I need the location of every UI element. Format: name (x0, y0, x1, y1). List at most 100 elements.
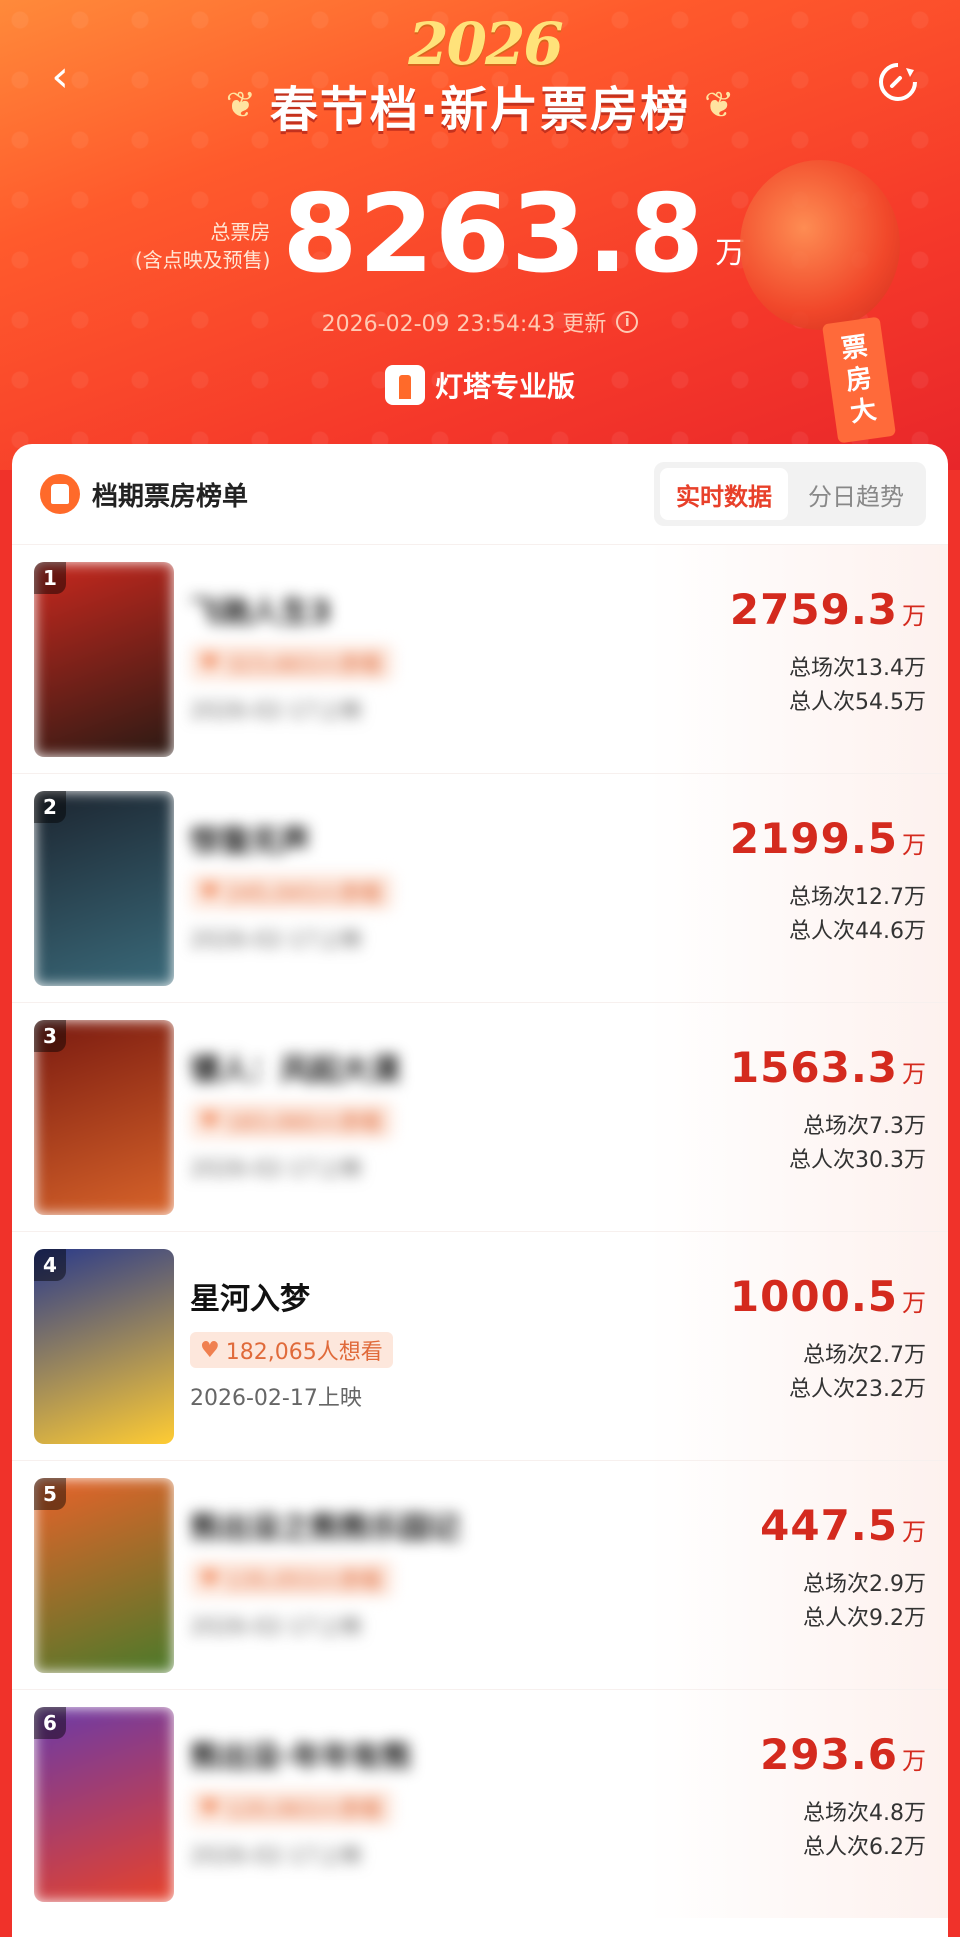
release-date: 2026-02-17上映 (190, 699, 362, 724)
share-button[interactable] (872, 56, 924, 108)
total-shows: 总场次4.8万 (803, 1801, 926, 1826)
update-time: 2026-02-09 23:54:43 更新 (321, 312, 607, 337)
movie-title: 镖人：风起大漠 (190, 1053, 400, 1088)
box-office-stats: 2759.3 万 总场次13.4万 总人次54.5万 (666, 585, 926, 720)
total-label-main: 总票房 (210, 220, 271, 244)
heart-icon: ♥ (200, 1108, 220, 1134)
total-attendance: 总人次30.3万 (789, 1148, 926, 1173)
total-attendance: 总人次23.2万 (789, 1377, 926, 1402)
box-office-unit: 万 (902, 1060, 926, 1088)
view-switcher: 实时数据 分日趋势 (654, 462, 926, 526)
total-label-note: (含点映及预售) (134, 248, 271, 272)
movie-poster[interactable]: 3 (34, 1019, 174, 1215)
refresh-share-icon (879, 63, 917, 101)
movie-title: 星河入梦 (190, 1282, 310, 1317)
total-attendance: 总人次54.5万 (789, 690, 926, 715)
rank-badge: 4 (34, 1248, 66, 1281)
movie-info: 镖人：风起大漠 ♥ 183,060人想看 2026-02-17上映 (190, 1051, 530, 1183)
movie-row[interactable]: 2 惊蛰无声 ♥ 245,043人想看 2026-02-17上映 2199.5 … (12, 773, 948, 1002)
box-office: 1563.3 万 (730, 1043, 926, 1092)
box-office-unit: 万 (902, 1518, 926, 1546)
release-date: 2026-02-17上映 (190, 1615, 362, 1640)
movie-poster[interactable]: 6 (34, 1706, 174, 1902)
lantern-decoration: 票 房 大 (730, 120, 930, 444)
box-office: 293.6 万 (760, 1730, 926, 1779)
total-shows: 总场次7.3万 (803, 1114, 926, 1139)
card-title-wrap: 档期票房榜单 (40, 474, 248, 514)
total-shows: 总场次2.7万 (803, 1343, 926, 1368)
movie-list: 1 飞驰人生3 ♥ 323,663人想看 2026-02-17上映 2759.3… (12, 544, 948, 1918)
movie-info: 星河入梦 ♥ 182,065人想看 2026-02-17上映 (190, 1280, 530, 1412)
watermark: @微博用户 (424, 1897, 535, 1922)
box-office-stats: 293.6 万 总场次4.8万 总人次6.2万 (666, 1730, 926, 1865)
movie-poster[interactable]: 5 (34, 1477, 174, 1673)
box-office-stats: 1000.5 万 总场次2.7万 总人次23.2万 (666, 1272, 926, 1407)
box-office-unit: 万 (902, 831, 926, 859)
want-count: 135,053人想看 (225, 1569, 383, 1594)
box-office-value: 2199.5 (729, 814, 898, 863)
movie-row[interactable]: 1 飞驰人生3 ♥ 323,663人想看 2026-02-17上映 2759.3… (12, 544, 948, 773)
movie-poster[interactable]: 4 (34, 1248, 174, 1444)
heart-icon: ♥ (200, 1566, 220, 1592)
brand-name: 灯塔专业版 (434, 370, 575, 403)
release-date: 2026-02-17上映 (190, 1844, 362, 1869)
movie-row[interactable]: 4 星河入梦 ♥ 182,065人想看 2026-02-17上映 1000.5 … (12, 1231, 948, 1460)
movie-row[interactable]: 3 镖人：风起大漠 ♥ 183,060人想看 2026-02-17上映 1563… (12, 1002, 948, 1231)
header-banner: ‹ 2026 ❦ 春节档·新片票房榜 ❦ 总票房 (含点映及预售) 8263.8… (0, 0, 960, 470)
movie-title: 惊蛰无声 (190, 824, 310, 859)
movie-info: 飞驰人生3 ♥ 323,663人想看 2026-02-17上映 (190, 593, 530, 725)
rank-badge: 6 (34, 1706, 66, 1739)
release-date: 2026-02-17上映 (190, 928, 362, 953)
tab-realtime[interactable]: 实时数据 (660, 468, 788, 520)
box-office: 2199.5 万 (730, 814, 926, 863)
total-value: 8263.8 (282, 172, 706, 297)
title-row: ❦ 春节档·新片票房榜 ❦ (200, 70, 760, 140)
movie-row[interactable]: 5 熊出没之熊熊乐园记 ♥ 135,053人想看 2026-02-17上映 44… (12, 1460, 948, 1689)
heart-icon: ♥ (200, 650, 220, 676)
want-to-see-badge: ♥ 245,043人想看 (190, 874, 393, 910)
want-to-see-badge: ♥ 120,063人想看 (190, 1790, 393, 1826)
box-office: 1000.5 万 (730, 1272, 926, 1321)
heart-icon: ♥ (200, 1795, 220, 1821)
total-attendance: 总人次9.2万 (803, 1606, 926, 1631)
tab-daily-trend[interactable]: 分日趋势 (792, 468, 920, 520)
info-icon[interactable]: i (616, 311, 639, 333)
laurel-left-icon: ❦ (225, 84, 256, 126)
movie-row[interactable]: 6 熊出没·年年有熊 ♥ 120,063人想看 2026-02-17上映 293… (12, 1689, 948, 1918)
total-shows: 总场次13.4万 (789, 656, 926, 681)
movie-title: 熊出没之熊熊乐园记 (190, 1511, 460, 1546)
ranking-card: 档期票房榜单 实时数据 分日趋势 1 飞驰人生3 ♥ 323,663人想看 20… (12, 444, 948, 1937)
box-office: 447.5 万 (760, 1501, 926, 1550)
card-header: 档期票房榜单 实时数据 分日趋势 (12, 444, 948, 544)
heart-icon: ♥ (200, 1337, 220, 1363)
total-attendance: 总人次44.6万 (789, 919, 926, 944)
box-office-stats: 447.5 万 总场次2.9万 总人次9.2万 (666, 1501, 926, 1636)
total-attendance: 总人次6.2万 (803, 1835, 926, 1860)
movie-poster[interactable]: 1 (34, 561, 174, 757)
movie-title: 熊出没·年年有熊 (190, 1740, 412, 1775)
total-shows: 总场次2.9万 (803, 1572, 926, 1597)
want-count: 245,043人想看 (225, 882, 383, 907)
page-title: 春节档·新片票房榜 (269, 82, 691, 138)
rank-badge: 5 (34, 1477, 66, 1510)
box-office-value: 293.6 (760, 1730, 898, 1779)
want-to-see-badge: ♥ 135,053人想看 (190, 1561, 393, 1597)
want-count: 182,065人想看 (225, 1340, 383, 1365)
total-box-office: 总票房 (含点映及预售) 8263.8 万 (120, 170, 760, 290)
box-office: 2759.3 万 (730, 585, 926, 634)
chevron-left-icon: ‹ (51, 51, 69, 102)
rank-badge: 3 (34, 1019, 66, 1052)
movie-info: 惊蛰无声 ♥ 245,043人想看 2026-02-17上映 (190, 822, 530, 954)
movie-info: 熊出没之熊熊乐园记 ♥ 135,053人想看 2026-02-17上映 (190, 1509, 530, 1641)
release-date: 2026-02-17上映 (190, 1386, 362, 1411)
total-shows: 总场次12.7万 (789, 885, 926, 910)
want-to-see-badge: ♥ 183,060人想看 (190, 1103, 393, 1139)
back-button[interactable]: ‹ (40, 52, 80, 102)
want-to-see-badge: ♥ 182,065人想看 (190, 1332, 393, 1368)
box-office-value: 1563.3 (729, 1043, 898, 1092)
want-count: 120,063人想看 (225, 1798, 383, 1823)
box-office-unit: 万 (902, 1747, 926, 1775)
box-office-unit: 万 (902, 1289, 926, 1317)
box-office-unit: 万 (902, 602, 926, 630)
movie-poster[interactable]: 2 (34, 790, 174, 986)
